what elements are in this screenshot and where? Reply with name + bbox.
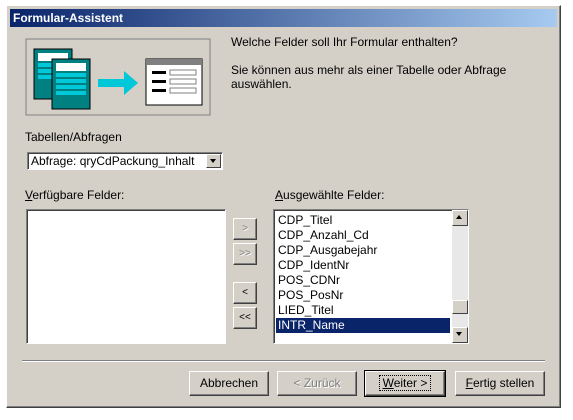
source-value: Abfrage: qryCdPackung_Inhalt <box>31 154 195 168</box>
selected-fields-label: Ausgewählte Felder: <box>275 188 385 202</box>
title-bar[interactable]: Formular-Assistent <box>10 9 557 27</box>
back-button[interactable]: < Zurück <box>277 371 357 396</box>
list-item[interactable]: CDP_Titel <box>276 213 450 228</box>
list-item[interactable]: CDP_IdentNr <box>276 258 450 273</box>
selected-fields-items: CDP_Titel CDP_Anzahl_Cd CDP_Ausgabejahr … <box>276 213 450 333</box>
source-combobox[interactable]: Abfrage: qryCdPackung_Inhalt <box>27 152 223 170</box>
list-item[interactable]: LIED_Titel <box>276 303 450 318</box>
footer-separator <box>22 360 545 362</box>
next-button[interactable]: Weiter > <box>364 370 446 397</box>
remove-all-fields-button[interactable]: << <box>233 307 257 329</box>
finish-button-label: Fertig stellen <box>465 376 535 390</box>
form-icon <box>145 58 203 106</box>
next-button-label: Weiter > <box>378 375 432 391</box>
intro-text: Welche Felder soll Ihr Formular enthalte… <box>231 35 551 91</box>
list-item[interactable]: CDP_Ausgabejahr <box>276 243 450 258</box>
wizard-illustration <box>24 37 212 117</box>
scroll-down-button[interactable] <box>452 327 468 343</box>
add-all-fields-button[interactable]: >> <box>233 243 257 265</box>
wizard-hint: Sie können aus mehr als einer Tabelle od… <box>231 63 507 91</box>
selected-fields-scrollbar[interactable] <box>452 210 468 343</box>
list-item[interactable]: POS_PosNr <box>276 288 450 303</box>
table-to-form-icon <box>24 37 212 117</box>
scroll-up-button[interactable] <box>452 210 468 226</box>
selected-fields-list[interactable]: CDP_Titel CDP_Anzahl_Cd CDP_Ausgabejahr … <box>273 209 469 344</box>
window-title: Formular-Assistent <box>13 11 124 25</box>
wizard-question: Welche Felder soll Ihr Formular enthalte… <box>231 35 458 49</box>
available-fields-label: Verfügbare Felder: <box>25 188 125 202</box>
chevron-down-icon <box>456 332 462 336</box>
list-item-selected[interactable]: INTR_Name <box>276 318 450 333</box>
add-field-button[interactable]: > <box>233 218 257 240</box>
finish-button[interactable]: Fertig stellen <box>455 371 545 396</box>
source-label: Tabellen/Abfragen <box>25 130 122 144</box>
cancel-button[interactable]: Abbrechen <box>189 371 269 396</box>
chevron-up-icon <box>456 215 462 219</box>
scroll-thumb[interactable] <box>452 300 468 314</box>
chevron-down-icon <box>210 159 216 163</box>
wizard-window: Formular-Assistent Welche Felder soll Ih… <box>6 5 561 408</box>
list-item[interactable]: CDP_Anzahl_Cd <box>276 228 450 243</box>
list-item[interactable]: POS_CDNr <box>276 273 450 288</box>
available-fields-list[interactable] <box>26 209 226 344</box>
remove-field-button[interactable]: < <box>233 282 257 304</box>
source-dropdown-button[interactable] <box>206 154 221 168</box>
